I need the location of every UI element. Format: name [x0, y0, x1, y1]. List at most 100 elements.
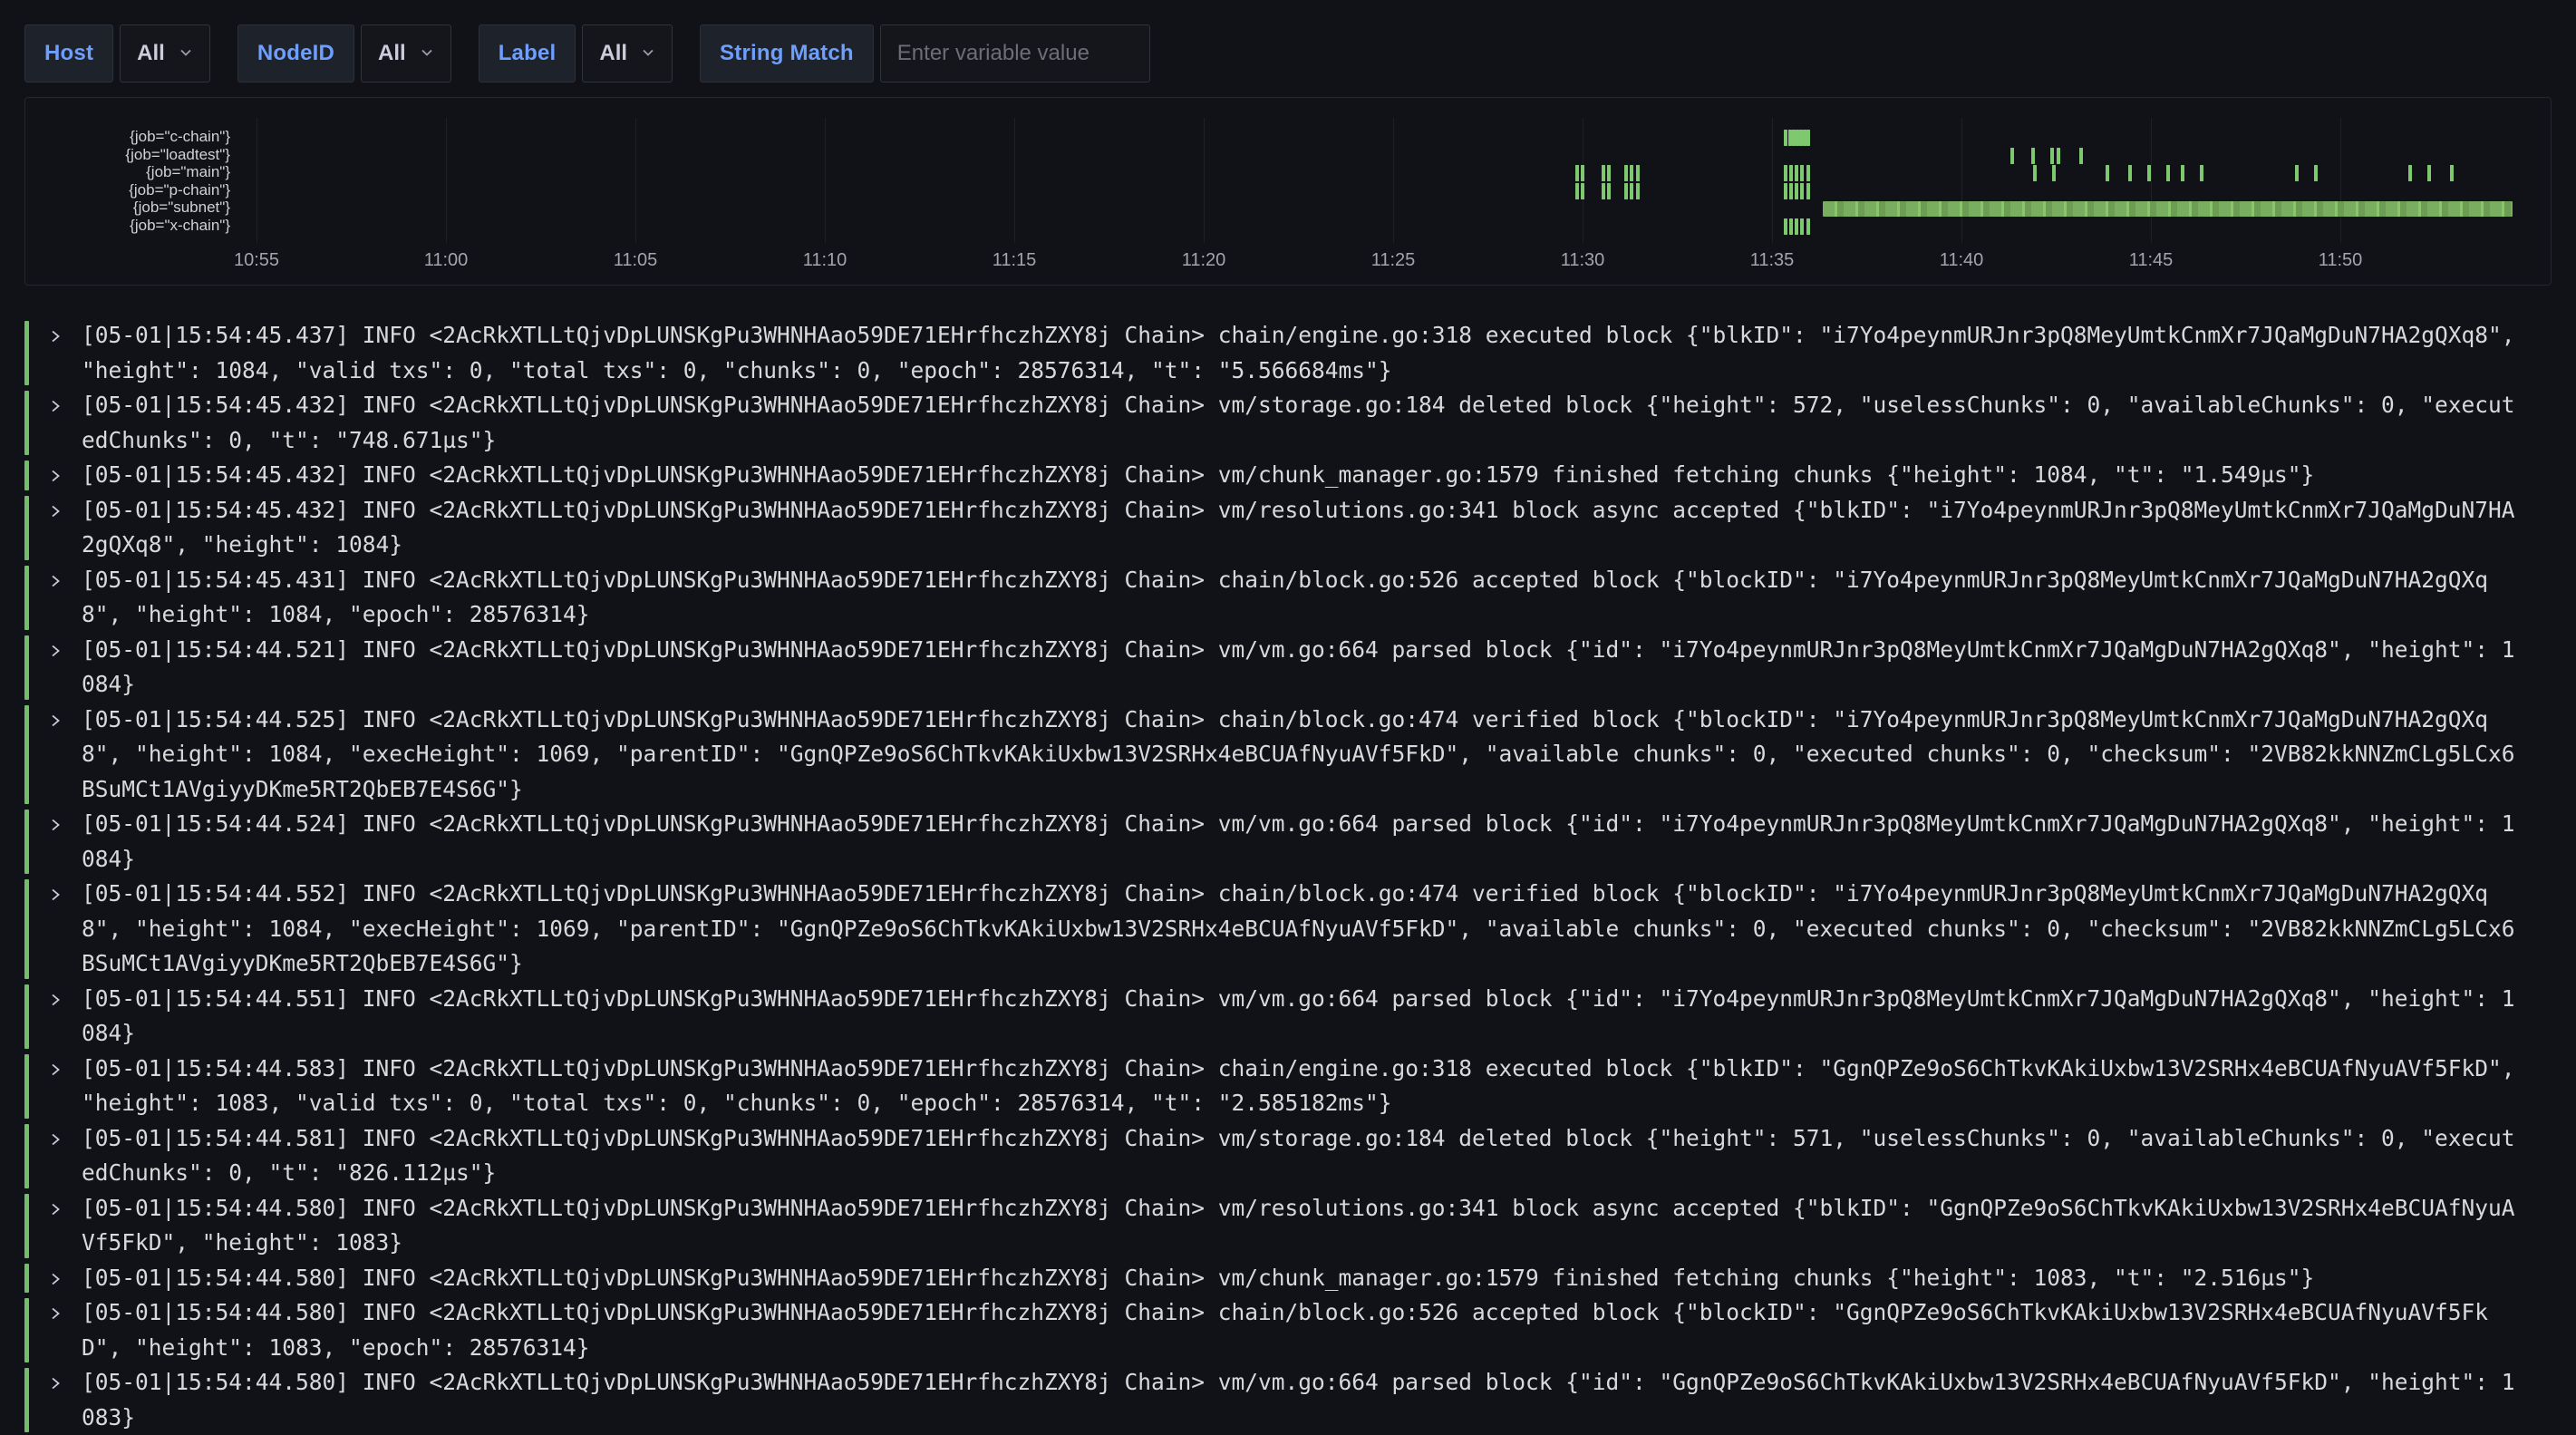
variable-label-nodeid: NodeID	[237, 24, 354, 82]
expand-row-button[interactable]	[29, 633, 82, 703]
log-volume-tick	[1789, 218, 1793, 235]
log-volume-tick	[1602, 183, 1605, 199]
log-row[interactable]: [05-01|15:54:44.580] INFO <2AcRkXTLLtQjv…	[24, 1295, 2552, 1365]
expand-row-button[interactable]	[29, 1261, 82, 1296]
log-volume-tick	[1800, 183, 1804, 199]
variable-value: All	[599, 41, 627, 66]
log-volume-tick	[1624, 165, 1628, 181]
chevron-right-icon	[47, 992, 63, 1008]
variables-toolbar: Host All NodeID All Label All String Mat…	[24, 24, 1150, 82]
x-gridline	[1961, 118, 1962, 243]
log-volume-tick	[1575, 183, 1579, 199]
expand-row-button[interactable]	[29, 1191, 82, 1261]
log-row[interactable]: [05-01|15:54:45.432] INFO <2AcRkXTLLtQjv…	[24, 458, 2552, 493]
x-axis-tick-label: 11:30	[1561, 250, 1605, 271]
log-volume-tick	[2128, 165, 2132, 181]
expand-row-button[interactable]	[29, 1052, 82, 1121]
log-volume-tick	[1624, 183, 1628, 199]
log-row-text: [05-01|15:54:44.580] INFO <2AcRkXTLLtQjv…	[82, 1295, 2527, 1365]
expand-row-button[interactable]	[29, 1295, 82, 1365]
log-row[interactable]: [05-01|15:54:44.583] INFO <2AcRkXTLLtQjv…	[24, 1052, 2552, 1121]
log-row-text: [05-01|15:54:44.580] INFO <2AcRkXTLLtQjv…	[82, 1261, 2527, 1296]
log-row-text: [05-01|15:54:44.583] INFO <2AcRkXTLLtQjv…	[82, 1052, 2527, 1121]
log-row-text: [05-01|15:54:45.432] INFO <2AcRkXTLLtQjv…	[82, 493, 2527, 563]
log-row[interactable]: [05-01|15:54:44.552] INFO <2AcRkXTLLtQjv…	[24, 877, 2552, 982]
x-axis-tick-label: 11:50	[2319, 250, 2363, 271]
log-row[interactable]: [05-01|15:54:45.432] INFO <2AcRkXTLLtQjv…	[24, 388, 2552, 458]
log-volume-tick	[1607, 183, 1611, 199]
log-volume-tick	[2314, 165, 2318, 181]
expand-row-button[interactable]	[29, 877, 82, 982]
variable-label-string-match: String Match	[700, 24, 874, 82]
log-row-text: [05-01|15:54:44.581] INFO <2AcRkXTLLtQjv…	[82, 1121, 2527, 1191]
expand-row-button[interactable]	[29, 703, 82, 808]
chevron-right-icon	[47, 1271, 63, 1287]
expand-row-button[interactable]	[29, 982, 82, 1052]
expand-row-button[interactable]	[29, 807, 82, 877]
variable-value: All	[137, 41, 165, 66]
expand-row-button[interactable]	[29, 1121, 82, 1191]
log-row[interactable]: [05-01|15:54:44.580] INFO <2AcRkXTLLtQjv…	[24, 1261, 2552, 1296]
log-volume-tick	[2200, 165, 2203, 181]
log-row-text: [05-01|15:54:44.521] INFO <2AcRkXTLLtQjv…	[82, 633, 2527, 703]
log-row-text: [05-01|15:54:44.524] INFO <2AcRkXTLLtQjv…	[82, 807, 2527, 877]
log-row-text: [05-01|15:54:45.437] INFO <2AcRkXTLLtQjv…	[82, 318, 2527, 388]
variable-label-host: Host	[24, 24, 113, 82]
log-row[interactable]: [05-01|15:54:45.431] INFO <2AcRkXTLLtQjv…	[24, 563, 2552, 633]
x-axis-tick-label: 10:55	[234, 250, 279, 271]
x-axis-tick-label: 11:35	[1750, 250, 1795, 271]
variable-dropdown-nodeid[interactable]: All	[361, 24, 451, 82]
variable-label-label: Label	[479, 24, 576, 82]
log-row[interactable]: [05-01|15:54:44.580] INFO <2AcRkXTLLtQjv…	[24, 1191, 2552, 1261]
log-row[interactable]: [05-01|15:54:45.437] INFO <2AcRkXTLLtQjv…	[24, 318, 2552, 388]
log-volume-tick	[1806, 130, 1810, 146]
log-row[interactable]: [05-01|15:54:44.524] INFO <2AcRkXTLLtQjv…	[24, 807, 2552, 877]
log-row[interactable]: [05-01|15:54:44.525] INFO <2AcRkXTLLtQjv…	[24, 703, 2552, 808]
x-gridline	[1204, 118, 1205, 243]
log-volume-tick	[2052, 165, 2056, 181]
chevron-right-icon	[47, 1375, 63, 1391]
variable-dropdown-host[interactable]: All	[120, 24, 210, 82]
log-row[interactable]: [05-01|15:54:44.521] INFO <2AcRkXTLLtQjv…	[24, 633, 2552, 703]
log-volume-tick	[1784, 165, 1787, 181]
chevron-right-icon	[47, 1062, 63, 1078]
log-volume-tick	[2295, 165, 2299, 181]
variable-group-string-match: String Match	[700, 24, 1150, 82]
log-volume-band	[1823, 201, 2513, 217]
log-row[interactable]: [05-01|15:54:45.432] INFO <2AcRkXTLLtQjv…	[24, 493, 2552, 563]
log-row-text: [05-01|15:54:45.431] INFO <2AcRkXTLLtQjv…	[82, 563, 2527, 633]
expand-row-button[interactable]	[29, 388, 82, 458]
log-row-text: [05-01|15:54:44.580] INFO <2AcRkXTLLtQjv…	[82, 1191, 2527, 1261]
variable-dropdown-label[interactable]: All	[582, 24, 673, 82]
log-volume-tick	[2147, 165, 2151, 181]
log-row[interactable]: [05-01|15:54:44.551] INFO <2AcRkXTLLtQjv…	[24, 982, 2552, 1052]
log-volume-tick	[1800, 165, 1804, 181]
log-row-text: [05-01|15:54:44.525] INFO <2AcRkXTLLtQjv…	[82, 703, 2527, 808]
log-row-text: [05-01|15:54:44.551] INFO <2AcRkXTLLtQjv…	[82, 982, 2527, 1052]
variable-group-label: Label All	[479, 24, 673, 82]
x-gridline	[2151, 118, 2152, 243]
x-gridline	[1014, 118, 1015, 243]
chevron-right-icon	[47, 887, 63, 903]
log-volume-tick	[1630, 183, 1633, 199]
log-volume-tick	[2031, 148, 2035, 164]
string-match-input[interactable]	[880, 24, 1150, 82]
log-volume-tick	[2106, 165, 2109, 181]
log-row[interactable]: [05-01|15:54:44.581] INFO <2AcRkXTLLtQjv…	[24, 1121, 2552, 1191]
expand-row-button[interactable]	[29, 318, 82, 388]
log-volume-tick	[1636, 183, 1640, 199]
log-volume-tick	[2010, 148, 2014, 164]
x-axis-tick-label: 11:15	[993, 250, 1037, 271]
log-volume-tick	[2181, 165, 2184, 181]
expand-row-button[interactable]	[29, 1365, 82, 1435]
chevron-down-icon	[420, 41, 434, 66]
log-volume-tick	[1607, 165, 1611, 181]
log-row-clipped[interactable]: [05-01|15:54:44.580] INFO <2AcRkXTLLtQjv…	[24, 1365, 2552, 1435]
expand-row-button[interactable]	[29, 458, 82, 493]
log-volume-tick	[2450, 165, 2454, 181]
expand-row-button[interactable]	[29, 563, 82, 633]
log-volume-plot[interactable]: 10:5511:0011:0511:1011:1511:2011:2511:30…	[25, 98, 2545, 285]
chevron-right-icon	[47, 1201, 63, 1217]
log-volume-tick	[2057, 148, 2060, 164]
expand-row-button[interactable]	[29, 493, 82, 563]
